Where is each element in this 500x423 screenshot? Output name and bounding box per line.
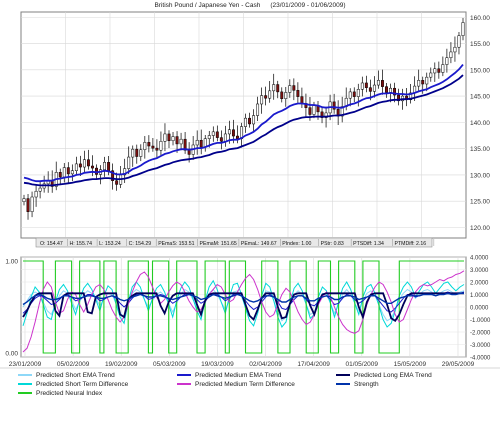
chart-canvas: British Pound / Japanese Yen - Cash (23/0… [0,2,500,397]
chart-window: British Pound / Japanese Yen - Cash (23/0… [0,0,500,418]
ohlc-info-bar: O: 154.47 H: 155.74 L: 153.24 C: 154.29 PEma… [35,237,435,248]
price-y-tick-label: 125.00 [470,199,490,206]
x-tick-label: 05/03/2009 [153,361,186,368]
right-y-tick-label: -1.0000 [470,318,491,324]
legend-label: Predicted Medium Term Difference [195,381,295,388]
x-tick-label: 05/02/2009 [57,361,90,368]
right-y-tick-label: -3.0000 [470,343,491,349]
price-y-tick-label: 135.00 [470,146,490,153]
left-y-tick-label: 0.00 [5,350,18,357]
x-tick-label: 02/04/2009 [249,361,282,368]
legend-label: Predicted Neural Index [36,390,103,397]
legend-entry: Strength [336,381,379,388]
legend-label: Strength [354,381,379,388]
legend: Predicted Short EMA Trend Predicted Mediu… [0,367,500,397]
price-y-tick-label: 150.00 [470,67,490,74]
right-y-tick-label: 4.0000 [470,255,489,261]
info-field: L: 153.24 [99,241,121,247]
indicator-panel: 23/01/2009 05/02/2009 19/02/2009 05/03/2009… [5,255,491,368]
price-y-tick-label: 155.00 [470,41,490,48]
legend-entry: Predicted Long EMA Trend [336,372,432,379]
x-tick-label: 15/05/2009 [394,361,427,368]
x-tick-label: 19/03/2009 [201,361,234,368]
chart-title: British Pound / Japanese Yen - Cash [154,2,260,9]
chart-date-range: (23/01/2009 - 01/06/2009) [270,2,345,9]
info-field: PTMDiff: 2.16 [395,241,427,247]
x-tick-label: 29/05/2009 [442,361,475,368]
legend-label: Predicted Short Term Difference [36,381,129,388]
chart-header: British Pound / Japanese Yen - Cash (23/0… [154,2,345,9]
right-y-tick-label: -4.0000 [470,355,491,361]
legend-entry: Predicted Neural Index [18,390,103,397]
legend-label: Predicted Short EMA Trend [36,372,115,379]
x-tick-label: 19/02/2009 [105,361,138,368]
info-field: C: 154.29 [129,241,152,247]
legend-label: Predicted Long EMA Trend [354,372,432,379]
left-y-tick-label: 1.00 [5,258,18,265]
right-y-tick-label: 1.0000 [470,293,489,299]
legend-entry: Predicted Medium EMA Trend [177,372,282,379]
info-field: PEmaS: 153.51 [158,241,194,247]
price-panel: 120.00 125.00 130.00 135.00 140.00 145.00 150.… [20,11,490,239]
price-y-tick-label: 120.00 [470,225,490,232]
legend-label: Predicted Medium EMA Trend [195,372,282,379]
right-y-tick-label: -2.0000 [470,330,491,336]
price-y-tick-label: 140.00 [470,120,490,127]
info-field: PStr: 0.83 [321,241,344,247]
info-field: PTSDiff: 1.34 [353,241,384,247]
legend-entry: Predicted Medium Term Difference [177,381,295,388]
price-y-tick-label: 145.00 [470,94,490,101]
price-y-tick-label: 130.00 [470,172,490,179]
info-field: O: 154.47 [40,241,63,247]
x-tick-label: 01/05/2009 [346,361,379,368]
price-y-tick-label: 160.00 [470,15,490,22]
right-y-tick-label: 3.0000 [470,268,489,274]
info-field: H: 155.74 [70,241,93,247]
legend-entry: Predicted Short Term Difference [18,381,129,388]
x-tick-label: 23/01/2009 [9,361,42,368]
legend-entry: Predicted Short EMA Trend [18,372,115,379]
x-tick-label: 17/04/2009 [297,361,330,368]
info-field: PEmaM: 151.65 [200,241,237,247]
info-field: PIndex: 1.00 [282,241,311,247]
right-y-tick-label: 0.0000 [470,305,489,311]
info-field: PEmaL: 149.67 [241,241,277,247]
right-y-tick-label: 2.0000 [470,280,489,286]
